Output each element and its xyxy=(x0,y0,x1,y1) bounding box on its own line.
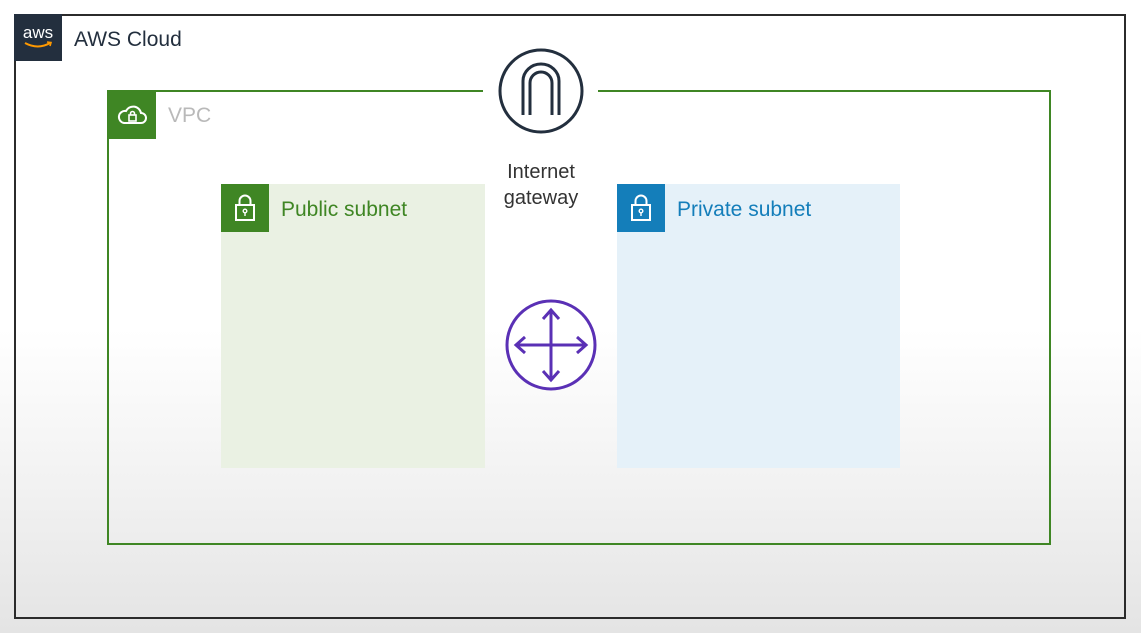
private-subnet-label: Private subnet xyxy=(677,198,812,221)
internet-gateway-label: Internet gateway xyxy=(471,159,611,211)
public-subnet-lock-icon xyxy=(221,184,269,232)
aws-logo: aws xyxy=(14,14,62,61)
vpc-label: VPC xyxy=(168,104,212,127)
router-icon xyxy=(505,299,597,391)
public-subnet-group: Public subnet xyxy=(221,184,485,468)
aws-smile-icon xyxy=(24,40,53,47)
aws-cloud-label: AWS Cloud xyxy=(74,28,182,51)
gateway-label-line1: Internet xyxy=(507,161,575,183)
gateway-label-line2: gateway xyxy=(503,187,579,209)
aws-logo-text: aws xyxy=(22,22,54,42)
private-subnet-lock-icon xyxy=(617,184,665,232)
vpc-cloud-lock-icon xyxy=(107,90,156,139)
diagram-canvas: aws AWS Cloud VPC Internet gateway Publi… xyxy=(0,0,1141,633)
internet-gateway-icon xyxy=(498,48,584,134)
private-subnet-group: Private subnet xyxy=(617,184,900,468)
public-subnet-label: Public subnet xyxy=(281,198,408,221)
